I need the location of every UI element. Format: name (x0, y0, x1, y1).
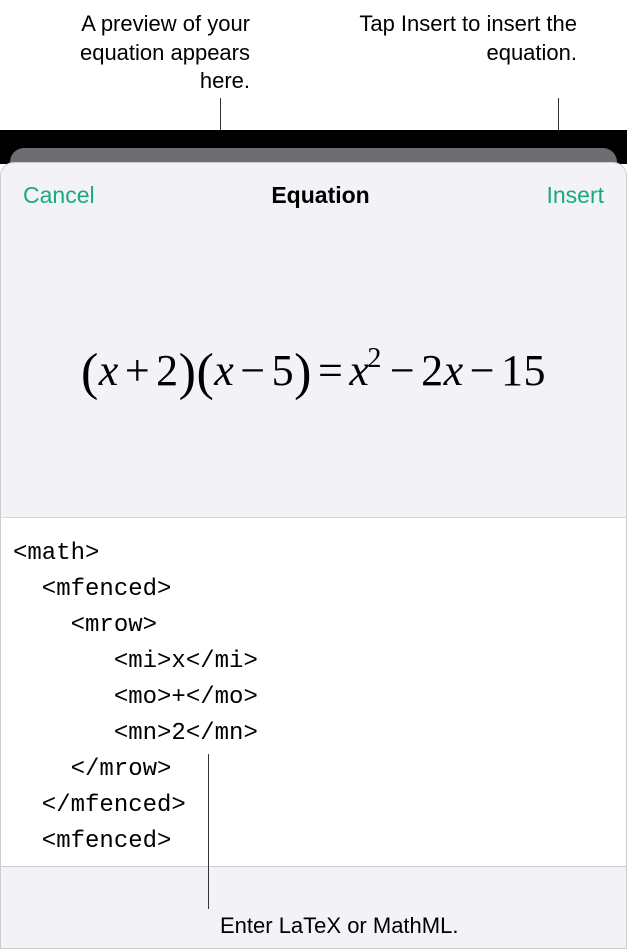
equation-source-input[interactable]: <math> <mfenced> <mrow> <mi>x</mi> <mo>+… (13, 536, 614, 849)
divider (0, 866, 627, 867)
modal-header: Cancel Equation Insert (1, 163, 626, 227)
equation-preview-area: (x+2)(x−5)=x2−2x−15 (1, 227, 626, 517)
equation-modal: Cancel Equation Insert (x+2)(x−5)=x2−2x−… (0, 162, 627, 949)
callout-leader-line (208, 754, 209, 909)
callout-input-text: Enter LaTeX or MathML. (220, 913, 458, 939)
modal-title: Equation (271, 182, 369, 209)
equation-rendered: (x+2)(x−5)=x2−2x−15 (81, 343, 546, 402)
cancel-button[interactable]: Cancel (23, 182, 95, 209)
equation-input-area: <math> <mfenced> <mrow> <mi>x</mi> <mo>+… (1, 517, 626, 867)
callout-insert-text: Tap Insert to insert the equation. (317, 10, 577, 130)
insert-button[interactable]: Insert (546, 182, 604, 209)
